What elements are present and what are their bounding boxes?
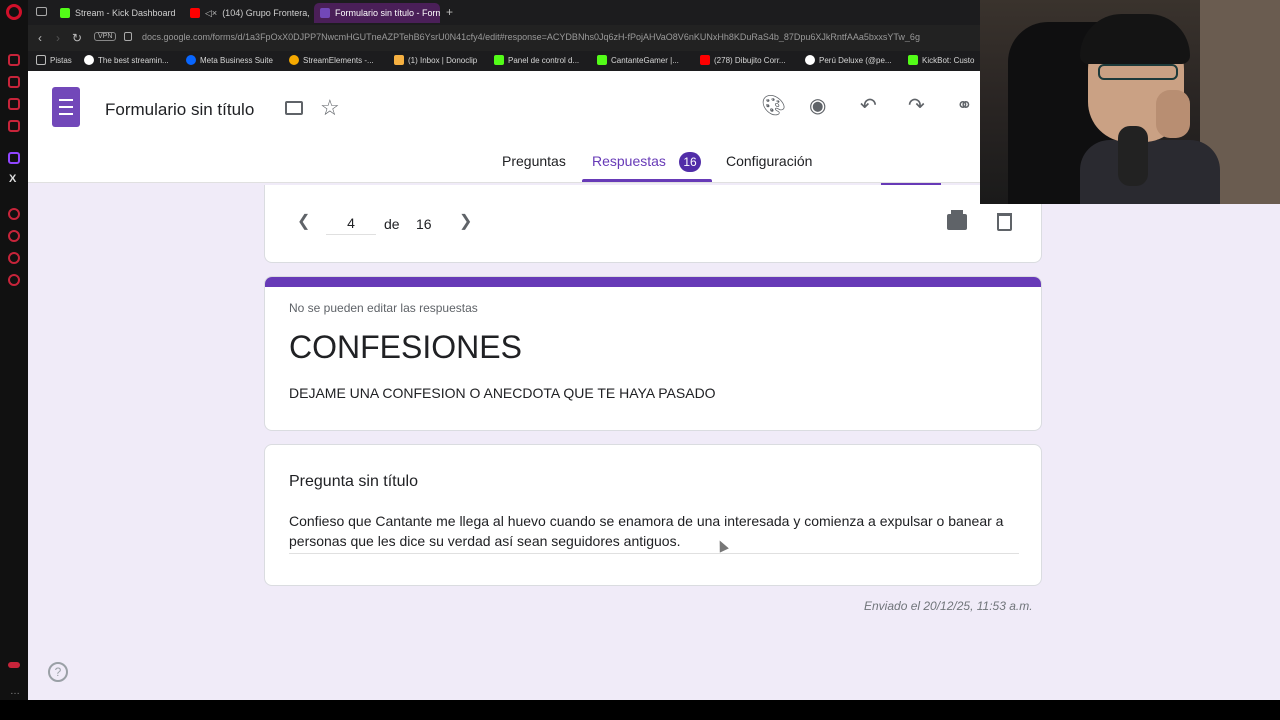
bookmark-item[interactable]: Meta Business Suite — [186, 55, 273, 65]
reload-icon[interactable]: ↻ — [72, 31, 82, 45]
youtube-icon — [190, 8, 200, 18]
forms-icon — [320, 8, 330, 18]
tabs-overview-icon[interactable] — [36, 7, 47, 16]
opera-logo-icon[interactable] — [6, 4, 22, 20]
responses-count-badge: 16 — [679, 152, 701, 172]
response-pager: ❮ 4 de 16 ❯ — [264, 185, 1042, 263]
next-response-icon[interactable]: ❯ — [459, 211, 472, 231]
tab-kick[interactable]: Stream - Kick Dashboard — [54, 3, 184, 23]
sidebar-app-icon[interactable] — [8, 76, 20, 88]
form-title[interactable]: Formulario sin título — [105, 100, 254, 120]
bookmark-item[interactable]: Perú Deluxe (@pe... — [805, 55, 892, 65]
form-title-card: No se pueden editar las respuestas CONFE… — [264, 276, 1042, 431]
bookmark-item[interactable]: (278) Dibujito Corr... — [700, 55, 786, 65]
kick-icon — [60, 8, 70, 18]
settings-icon[interactable] — [8, 274, 20, 286]
pager-total: 16 — [416, 216, 432, 232]
more-icon[interactable]: … — [10, 686, 20, 697]
form-heading: CONFESIONES — [289, 329, 522, 365]
donoclip-icon — [394, 55, 404, 65]
google-forms-logo-icon[interactable] — [52, 87, 80, 127]
streamelements-icon — [289, 55, 299, 65]
new-tab-button[interactable]: + — [446, 5, 453, 19]
sidebar-app-icon[interactable] — [8, 120, 20, 132]
bookmarks-bar: Pistas The best streamin... Meta Busines… — [28, 51, 980, 71]
bookmark-item[interactable]: The best streamin... — [84, 55, 169, 65]
address-bar: ‹ › ↻ VPN docs.google.com/forms/d/1a3FpO… — [28, 25, 980, 51]
eye-icon[interactable]: ◉ — [809, 93, 826, 118]
tiktok-icon — [805, 55, 815, 65]
bookmark-item[interactable]: StreamElements -... — [289, 55, 374, 65]
trash-icon[interactable] — [997, 213, 1012, 231]
no-edit-notice: No se pueden editar las respuestas — [289, 301, 478, 315]
microphone — [1118, 126, 1148, 186]
undo-icon[interactable]: ↶ — [860, 93, 877, 118]
kick-icon — [494, 55, 504, 65]
streamer-hand — [1156, 90, 1190, 138]
active-tab-indicator — [582, 179, 712, 182]
sidebar-app-icon[interactable] — [8, 54, 20, 66]
tab-bar: Stream - Kick Dashboard ◁× (104) Grupo F… — [28, 0, 980, 25]
link-icon[interactable]: ⚭ — [956, 93, 973, 118]
vpn-badge[interactable]: VPN — [94, 32, 117, 41]
question-card: Pregunta sin título Confieso que Cantant… — [264, 444, 1042, 586]
tab-settings[interactable]: Configuración — [726, 153, 812, 169]
url-field[interactable]: docs.google.com/forms/d/1a3FpOxX0DJPP7Nw… — [142, 32, 972, 42]
kick-icon — [908, 55, 918, 65]
tab-responses[interactable]: Respuestas — [592, 153, 666, 169]
tab-google-forms[interactable]: Formulario sin título - Form — [314, 3, 440, 23]
youtube-icon — [700, 55, 710, 65]
palette-icon[interactable]: 🎨︎ — [761, 93, 786, 118]
mute-icon: ◁× — [205, 7, 218, 18]
redo-icon[interactable]: ↷ — [908, 93, 925, 118]
accent-bar — [265, 277, 1041, 287]
forward-icon[interactable]: › — [56, 31, 60, 45]
answer-text: Confieso que Cantante me llega al huevo … — [289, 511, 1019, 554]
bottom-bar — [0, 700, 1280, 720]
x-icon[interactable]: X — [9, 173, 16, 185]
kick-icon — [597, 55, 607, 65]
twitch-icon[interactable] — [8, 152, 20, 164]
tab-youtube[interactable]: ◁× (104) Grupo Frontera, — [184, 3, 314, 23]
webcam-overlay — [980, 0, 1280, 204]
question-title: Pregunta sin título — [289, 473, 418, 490]
history-icon[interactable] — [8, 230, 20, 242]
bookmark-item[interactable]: KickBot: Custo — [908, 55, 974, 65]
sidebar-app-icon[interactable] — [8, 98, 20, 110]
help-icon[interactable]: ? — [48, 662, 68, 682]
submitted-timestamp: Enviado el 20/12/25, 11:53 a.m. — [864, 599, 1033, 613]
star-icon[interactable]: ☆ — [320, 95, 340, 121]
bookmark-item[interactable]: Pistas — [36, 55, 72, 65]
streamer-body — [1080, 140, 1220, 204]
bookmark-item[interactable]: Panel de control d... — [494, 55, 579, 65]
previous-response-icon[interactable]: ❮ — [297, 211, 310, 231]
response-number-input[interactable]: 4 — [326, 215, 376, 235]
gx-icon[interactable] — [8, 662, 20, 668]
sidebar-app-icon[interactable] — [8, 252, 20, 264]
lock-icon[interactable] — [124, 32, 132, 41]
back-icon[interactable]: ‹ — [38, 31, 42, 45]
opera-sidebar: X … — [0, 0, 28, 700]
print-icon[interactable] — [947, 210, 967, 230]
streamer-glasses — [1098, 64, 1178, 80]
folder-icon — [36, 55, 46, 65]
bookmark-item[interactable]: CantanteGamer |... — [597, 55, 679, 65]
streamer-hair — [1080, 14, 1190, 64]
folder-icon[interactable] — [285, 101, 303, 115]
pager-of-label: de — [384, 216, 400, 232]
meta-icon — [186, 55, 196, 65]
form-description: DEJAME UNA CONFESION O ANECDOTA QUE TE H… — [289, 385, 716, 401]
tab-questions[interactable]: Preguntas — [502, 153, 566, 169]
bookmark-icon — [84, 55, 94, 65]
bookmark-item[interactable]: (1) Inbox | Donoclip — [394, 55, 477, 65]
sidebar-app-icon[interactable] — [8, 208, 20, 220]
